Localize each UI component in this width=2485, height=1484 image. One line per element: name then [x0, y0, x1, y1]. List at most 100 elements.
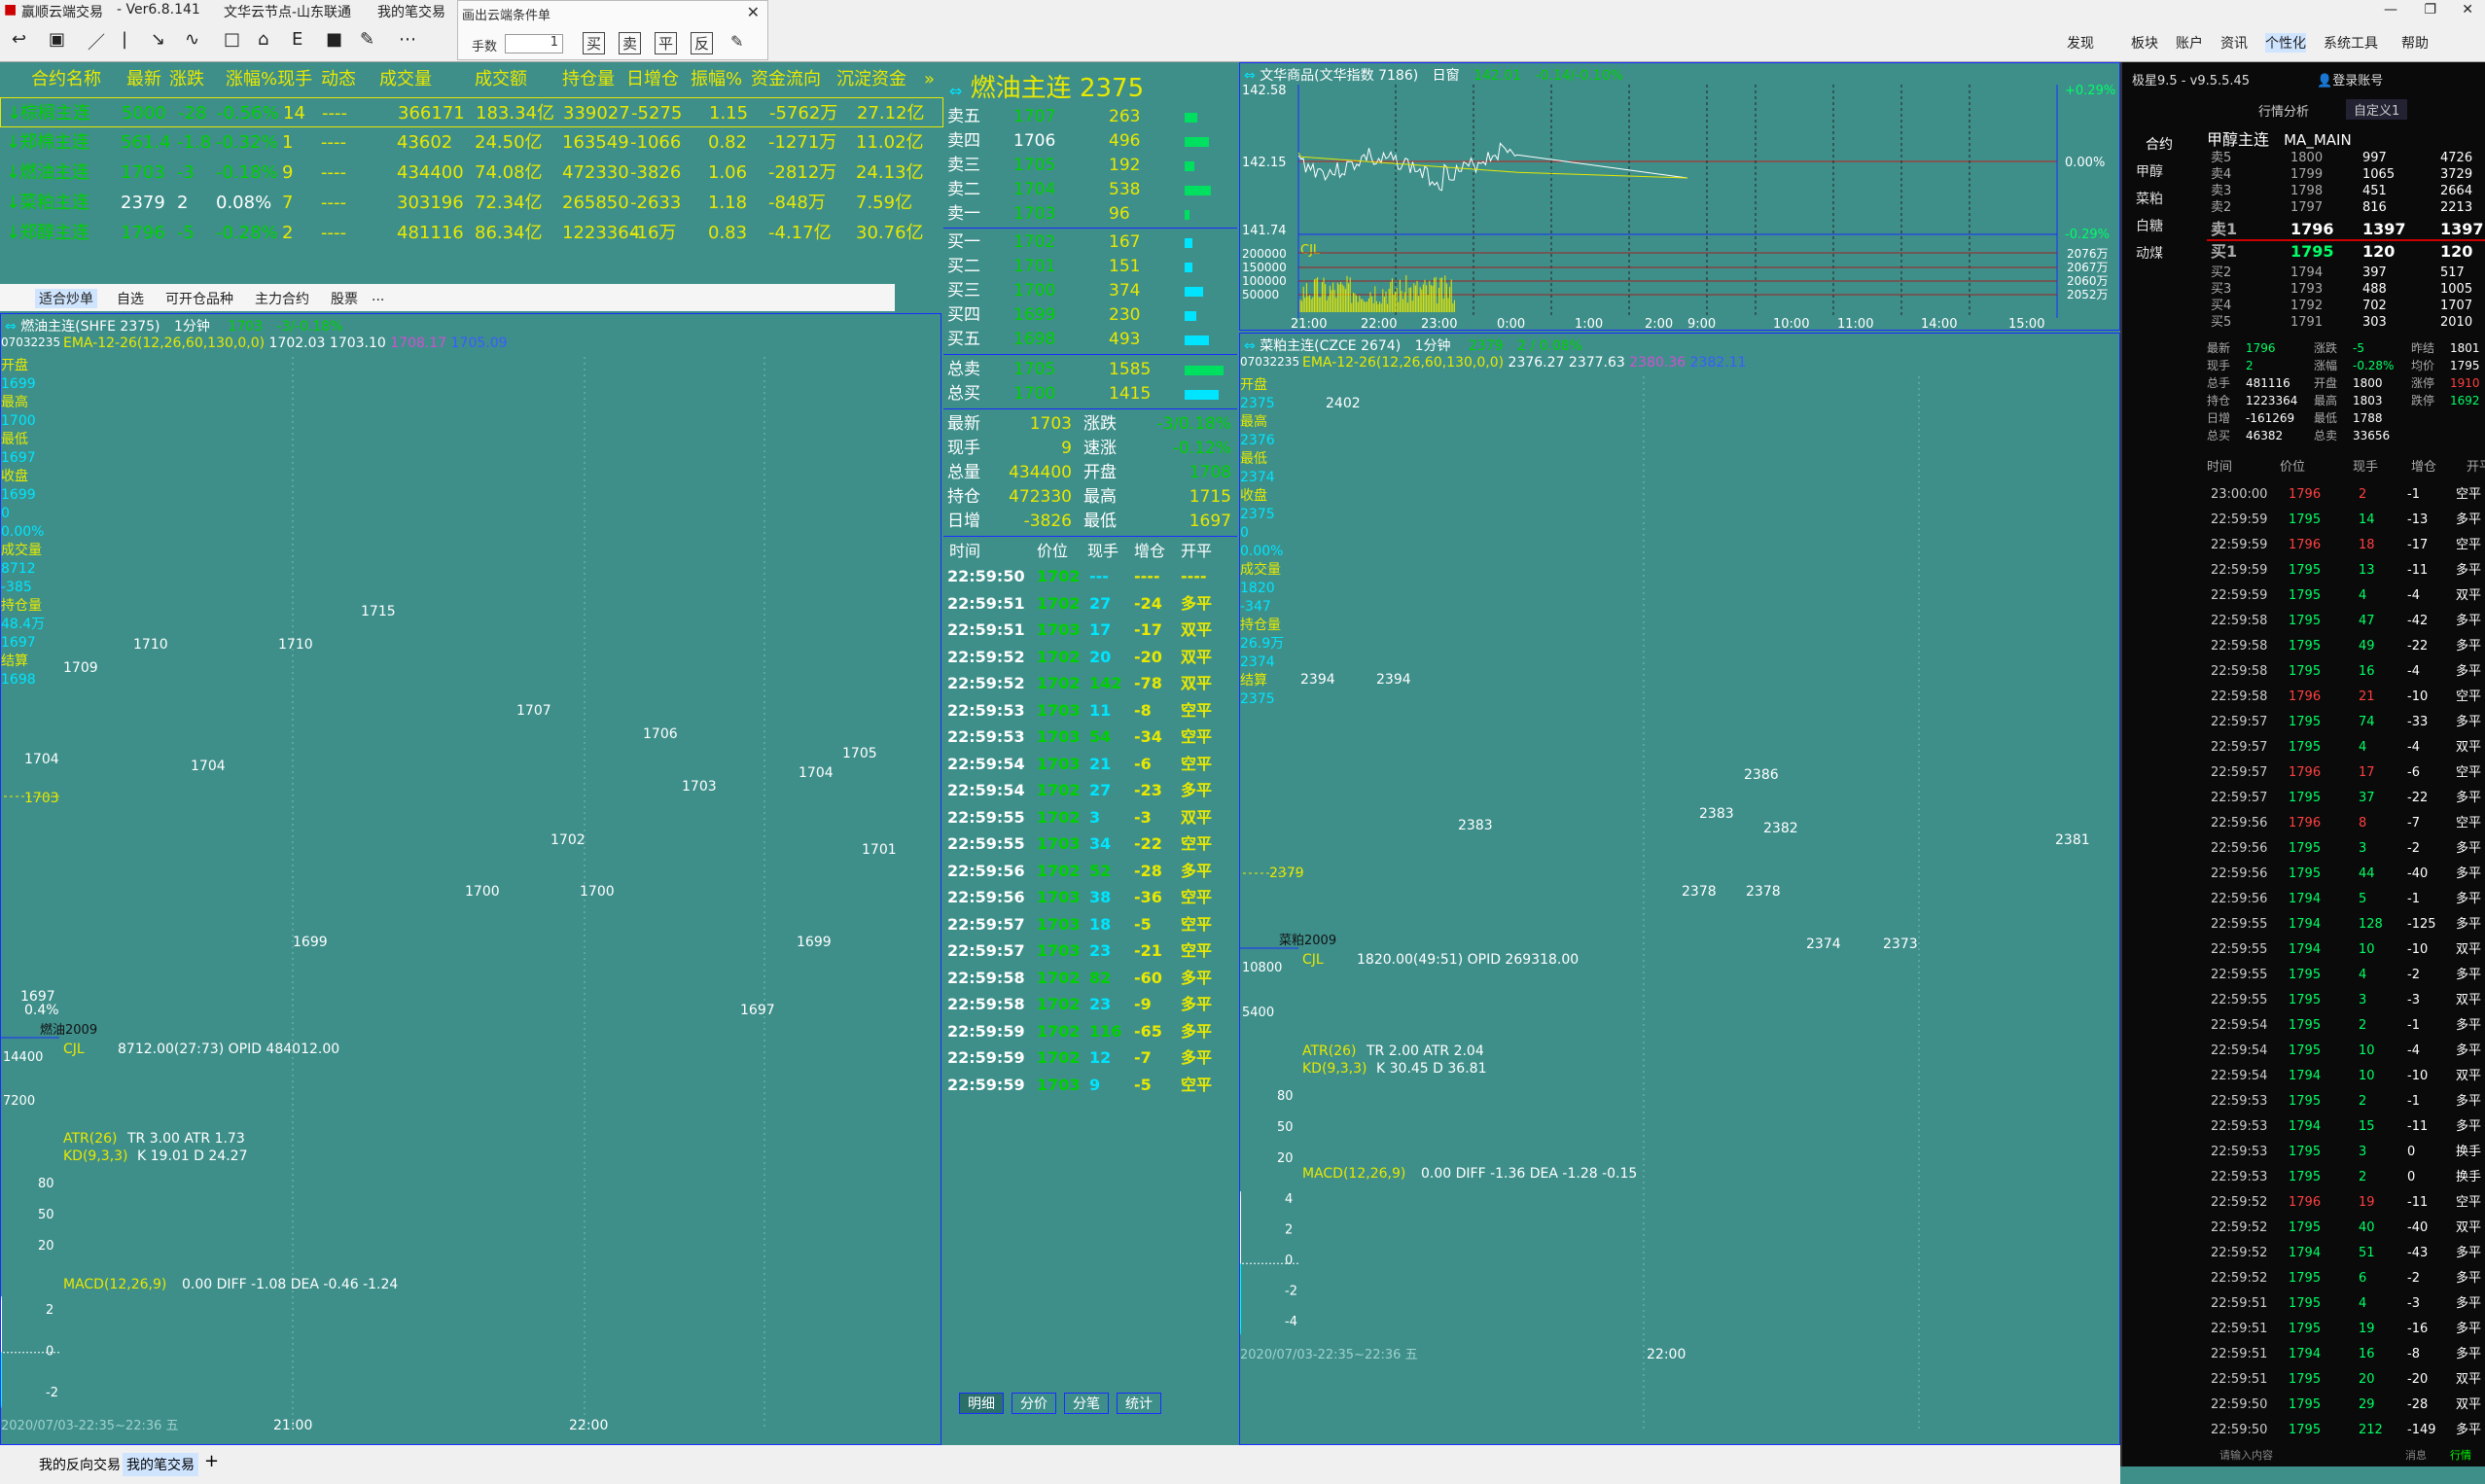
dark-tick-row[interactable]: 22:59:53 1795 2 -1 多平	[2207, 1089, 2485, 1114]
dark-tick-row[interactable]: 22:59:57 1795 4 -4 双平	[2207, 735, 2485, 760]
dark-tick-row[interactable]: 22:59:54 1795 10 -4 多平	[2207, 1039, 2485, 1064]
dark-tick-row[interactable]: 22:59:57 1796 17 -6 空平	[2207, 760, 2485, 786]
dark-side-item[interactable]: 白糖	[2136, 216, 2163, 235]
dark-tick-row[interactable]: 22:59:55 1794 10 -10 双平	[2207, 937, 2485, 963]
tick-row[interactable]: 22:59:57 1703 23 -21 空平	[943, 937, 1237, 965]
dark-tick-row[interactable]: 22:59:53 1795 2 0 换手	[2207, 1165, 2485, 1190]
close-position-button[interactable]: 平	[655, 32, 678, 54]
col-amt[interactable]: 成交额	[475, 64, 527, 94]
window-close-icon[interactable]: ✕	[2462, 2, 2473, 18]
tick-row[interactable]: 22:59:55 1702 3 -3 双平	[943, 804, 1237, 831]
menu-help[interactable]: 帮助	[2401, 33, 2429, 53]
dark-side-item[interactable]: 合约	[2146, 134, 2173, 154]
dark-ask-row[interactable]: 卖2 1797 816 2213	[2207, 199, 2485, 216]
dark-side-item[interactable]: 甲醇	[2136, 161, 2163, 181]
tick-row[interactable]: 22:59:59 1703 9 -5 空平	[943, 1072, 1237, 1099]
col-pct[interactable]: 涨幅%现手	[226, 64, 312, 94]
dark-tick-row[interactable]: 22:59:53 1795 3 0 换手	[2207, 1140, 2485, 1165]
dark-bid-row[interactable]: 买1 1795 120 120	[2207, 243, 2485, 260]
dark-bid-row[interactable]: 买2 1794 397 517	[2207, 265, 2485, 281]
tick-row[interactable]: 22:59:51 1703 17 -17 双平	[943, 617, 1237, 644]
dark-tick-row[interactable]: 22:59:59 1795 14 -13 多平	[2207, 508, 2485, 533]
qty-input[interactable]: 1	[505, 34, 563, 53]
menu-node[interactable]: 文华云节点-山东联通	[224, 2, 351, 21]
tab-market-analysis[interactable]: 行情分析	[2258, 101, 2309, 120]
bid-row[interactable]: 买一 1702 167	[943, 230, 1237, 255]
dark-ask-row[interactable]: 卖3 1798 451 2664	[2207, 183, 2485, 199]
dark-bid-row[interactable]: 买4 1792 702 1707	[2207, 298, 2485, 314]
index-chart-svg[interactable]: 142.58 142.15 141.74 +0.29% 0.00% -0.29% CJL 20…	[1240, 63, 2121, 332]
tick-col-header[interactable]: 开平	[1181, 538, 1212, 565]
dark-tick-row[interactable]: 22:59:59 1795 4 -4 双平	[2207, 583, 2485, 609]
dark-tick-row[interactable]: 22:59:50 1795 212 -149 多平	[2207, 1418, 2485, 1443]
book-tab-1[interactable]: 分价	[1012, 1393, 1056, 1414]
tab-openable[interactable]: 可开仓品种	[165, 289, 233, 308]
dark-tick-row[interactable]: 22:59:58 1795 16 -4 多平	[2207, 659, 2485, 685]
col-vol[interactable]: 成交量	[379, 64, 432, 94]
dark-tick-row[interactable]: 22:59:58 1795 47 -42 多平	[2207, 609, 2485, 634]
dark-tick-col-header[interactable]: 价位	[2280, 455, 2305, 480]
close-icon[interactable]: ✕	[747, 3, 760, 21]
dark-tick-row[interactable]: 22:59:57 1795 37 -22 多平	[2207, 786, 2485, 811]
login-button[interactable]: 👤登录账号	[2317, 70, 2383, 88]
col-last[interactable]: 最新	[126, 64, 161, 94]
dark-tick-row[interactable]: 22:59:52 1796 19 -11 空平	[2207, 1190, 2485, 1216]
dark-tick-row[interactable]: 22:59:51 1795 20 -20 双平	[2207, 1367, 2485, 1393]
tab-stocks[interactable]: 股票	[331, 289, 358, 308]
col-oi-chg[interactable]: 日增仓	[626, 64, 679, 94]
dark-side-item[interactable]: 菜粕	[2136, 189, 2163, 208]
dark-tick-row[interactable]: 22:59:56 1795 44 -40 多平	[2207, 862, 2485, 887]
dark-tick-row[interactable]: 22:59:52 1795 6 -2 多平	[2207, 1266, 2485, 1291]
right-chart-svg[interactable]: 2402 2394 2394 2386 2383 2383 2382 2381 2378 2378…	[1240, 334, 2121, 1446]
dark-tick-row[interactable]: 22:59:55 1794 128 -125 多平	[2207, 912, 2485, 937]
dark-side-item[interactable]: 动煤	[2136, 243, 2163, 263]
reverse-button[interactable]: 反	[691, 32, 714, 54]
tick-row[interactable]: 22:59:58 1702 23 -9 多平	[943, 991, 1237, 1018]
book-tab-2[interactable]: 分笔	[1064, 1393, 1109, 1414]
dark-tick-row[interactable]: 22:59:55 1795 3 -3 双平	[2207, 988, 2485, 1013]
tab-custom-1[interactable]: 自定义1	[2346, 99, 2408, 120]
ask-row[interactable]: 卖五 1707 263	[943, 105, 1237, 129]
menu-account[interactable]: 账户	[2176, 33, 2203, 53]
back-icon[interactable]: ↩	[12, 29, 26, 50]
tick-row[interactable]: 22:59:56 1703 38 -36 空平	[943, 884, 1237, 911]
dark-bid-row[interactable]: 买3 1793 488 1005	[2207, 281, 2485, 298]
block-icon[interactable]: ■	[326, 29, 342, 50]
dark-tick-row[interactable]: 22:59:53 1794 15 -11 多平	[2207, 1114, 2485, 1140]
tick-row[interactable]: 22:59:53 1703 11 -8 空平	[943, 697, 1237, 724]
dark-tick-row[interactable]: 22:59:59 1795 13 -11 多平	[2207, 558, 2485, 583]
ask-row[interactable]: 卖一 1703 96	[943, 202, 1237, 227]
tick-row[interactable]: 22:59:59 1702 12 -7 多平	[943, 1044, 1237, 1072]
tick-row[interactable]: 22:59:51 1702 27 -24 多平	[943, 590, 1237, 618]
menu-sector[interactable]: 板块	[2131, 33, 2158, 53]
ask-row[interactable]: 卖四 1706 496	[943, 129, 1237, 154]
dark-tick-col-header[interactable]: 时间	[2207, 455, 2232, 480]
tick-row[interactable]: 22:59:50 1702 --- ---- ----	[943, 563, 1237, 590]
dark-tick-row[interactable]: 22:59:56 1794 5 -1 多平	[2207, 887, 2485, 912]
dark-tick-col-header[interactable]: 开平	[2467, 455, 2485, 480]
dark-tick-row[interactable]: 22:59:50 1795 29 -28 双平	[2207, 1393, 2485, 1418]
dark-tick-row[interactable]: 22:59:51 1795 4 -3 多平	[2207, 1291, 2485, 1317]
dark-tick-row[interactable]: 22:59:56 1795 3 -2 多平	[2207, 836, 2485, 862]
tab-reverse-trade[interactable]: 我的反向交易	[39, 1455, 121, 1474]
bid-row[interactable]: 买五 1698 493	[943, 328, 1237, 352]
eraser-icon[interactable]: ✎	[360, 29, 374, 50]
col-amp[interactable]: 振幅%	[691, 64, 742, 94]
menu-news[interactable]: 资讯	[2220, 33, 2248, 53]
tick-row[interactable]: 22:59:54 1702 27 -23 多平	[943, 777, 1237, 804]
tab-favorites[interactable]: 自选	[117, 289, 144, 308]
dark-tick-col-header[interactable]: 现手	[2353, 455, 2378, 480]
watch-row[interactable]: ↓ 燃油主连 1703 -3 -0.18% 9 ---- 434400 74.08亿 472330…	[0, 158, 943, 188]
watch-row[interactable]: ↓ 郑醇主连 1796 -5 -0.28% 2 ---- 481116 86.34亿 122336…	[0, 218, 943, 248]
expand-icon[interactable]: »	[924, 64, 935, 94]
col-chg[interactable]: 涨跌	[169, 64, 204, 94]
watch-row[interactable]: ↓ 郑棉主连 561.4 -1.8 -0.32% 1 ---- 43602 24.50亿 1635…	[0, 127, 943, 158]
dark-tick-col-header[interactable]: 增仓	[2411, 455, 2436, 480]
dark-tick-row[interactable]: 22:59:52 1794 51 -43 多平	[2207, 1241, 2485, 1266]
dark-market-link[interactable]: 行情	[2450, 1447, 2471, 1463]
tab-main-contracts[interactable]: 主力合约	[255, 289, 309, 308]
dark-tick-row[interactable]: 22:59:57 1795 74 -33 多平	[2207, 710, 2485, 735]
dark-tick-row[interactable]: 22:59:56 1796 8 -7 空平	[2207, 811, 2485, 836]
book-tab-0[interactable]: 明细	[959, 1393, 1004, 1414]
dark-message-link[interactable]: 消息	[2405, 1447, 2427, 1463]
